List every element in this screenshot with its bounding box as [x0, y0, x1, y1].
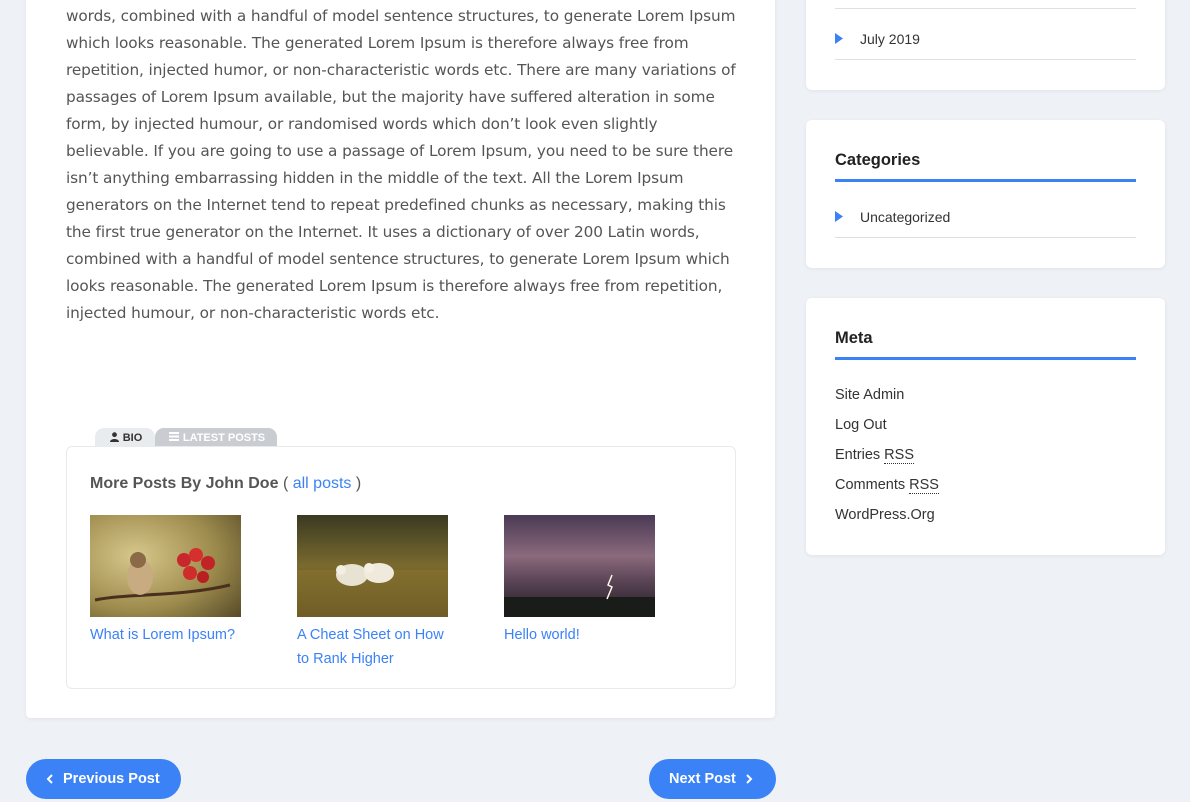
meta-wordpress-link[interactable]: WordPress.Org — [835, 507, 935, 523]
close-paren: ) — [355, 475, 362, 492]
open-paren: ( — [282, 475, 289, 492]
previous-post-button[interactable]: Previous Post — [26, 759, 181, 799]
meta-title: Meta — [835, 329, 873, 347]
title-underline — [835, 179, 1136, 182]
bird-thumbnail[interactable] — [90, 515, 241, 617]
latest-post-title[interactable]: A Cheat Sheet on How to Rank Higher — [297, 623, 449, 671]
all-posts-link[interactable]: all posts — [293, 475, 352, 492]
author-box: More Posts By John Doe ( all posts ) Wha… — [66, 446, 736, 689]
meta-widget: Meta Site Admin Log Out Entries RSS Comm… — [806, 298, 1165, 555]
list-icon — [168, 432, 179, 444]
user-icon — [109, 431, 119, 445]
caret-right-icon — [835, 210, 860, 225]
latest-post-title[interactable]: What is Lorem Ipsum? — [90, 623, 242, 647]
more-posts-label: More Posts By John Doe — [90, 475, 279, 492]
row-divider — [835, 59, 1136, 60]
tab-latest-label: LATEST POSTS — [182, 432, 266, 444]
chevron-left-icon — [46, 772, 53, 787]
meta-comments-rss-link[interactable]: Comments RSS — [835, 477, 939, 494]
meta-entries-rss-link[interactable]: Entries RSS — [835, 447, 914, 464]
meta-site-admin-link[interactable]: Site Admin — [835, 387, 904, 403]
lightning-thumbnail[interactable] — [504, 515, 655, 617]
previous-post-label: Previous Post — [63, 771, 160, 787]
tab-bio-label: BIO — [122, 432, 143, 444]
chevron-right-icon — [746, 772, 753, 787]
latest-post-item[interactable]: A Cheat Sheet on How to Rank Higher — [297, 515, 449, 671]
next-post-button[interactable]: Next Post — [649, 759, 776, 799]
latest-post-item[interactable]: What is Lorem Ipsum? — [90, 515, 242, 647]
rss-abbr: RSS — [909, 477, 939, 494]
post-card: words, combined with a handful of model … — [26, 0, 775, 718]
tab-bio[interactable]: BIO — [95, 428, 155, 446]
category-item-label: Uncategorized — [860, 209, 951, 225]
archive-item-label: July 2019 — [860, 31, 920, 47]
caret-right-icon — [835, 32, 860, 47]
categories-widget: Categories Uncategorized — [806, 120, 1165, 268]
rss-abbr: RSS — [884, 447, 914, 464]
latest-post-title[interactable]: Hello world! — [504, 623, 656, 647]
archives-widget: July 2019 — [806, 0, 1165, 90]
row-divider — [835, 237, 1136, 238]
archive-item-july-2019[interactable]: July 2019 — [835, 24, 1136, 54]
more-posts-heading: More Posts By John Doe ( all posts ) — [90, 475, 361, 493]
tab-latest-posts[interactable]: LATEST POSTS — [155, 428, 277, 446]
sheep-thumbnail[interactable] — [297, 515, 448, 617]
title-underline — [835, 357, 1136, 360]
next-post-label: Next Post — [669, 771, 736, 787]
category-item-uncategorized[interactable]: Uncategorized — [835, 202, 1136, 232]
comments-label: Comments — [835, 477, 906, 493]
categories-title: Categories — [835, 151, 921, 169]
author-box-tabs: BIO LATEST POSTS — [95, 428, 277, 446]
entries-label: Entries — [835, 447, 881, 463]
meta-log-out-link[interactable]: Log Out — [835, 417, 887, 433]
post-body-text: words, combined with a handful of model … — [66, 7, 736, 322]
latest-post-item[interactable]: Hello world! — [504, 515, 656, 647]
row-divider — [835, 8, 1136, 9]
